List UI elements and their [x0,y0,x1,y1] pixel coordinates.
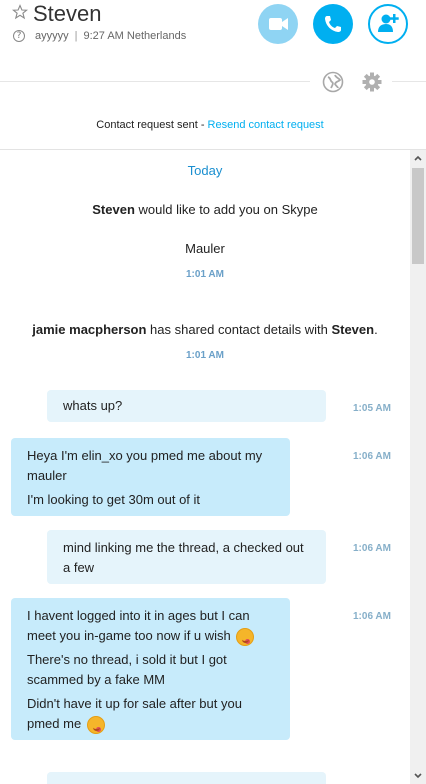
toolbar-divider-right [392,81,426,82]
message-line: mind linking me the thread, a checked ou… [63,540,304,575]
chat-window: Steven ? ayyyyy | 9:27 AM Netherlands Co… [0,0,426,784]
video-call-icon [269,18,288,30]
message-line-text: I havent logged into it in ages but I ca… [27,608,250,643]
conversation-scrollbar[interactable] [410,150,426,784]
contact-request-text: Contact request sent - [96,119,208,131]
system-message-sub: Mauler [185,241,225,256]
add-participant-icon [378,14,399,32]
system-message-end: . [374,322,378,337]
day-separator: Today [187,163,223,178]
outgoing-message[interactable]: mind linking me the thread, a checked ou… [47,530,326,584]
conversation-header: Steven ? ayyyyy | 9:27 AM Netherlands [0,0,426,60]
system-message: jamie macpherson has shared contact deta… [0,322,410,337]
message-time: 1:06 AM [353,543,391,554]
message-time: 1:06 AM [353,611,391,622]
mood-message: ayyyyy [35,30,69,42]
system-message-name: Steven [331,322,375,337]
message-line-text: Didn't have it up for sale after but you… [27,696,242,731]
system-message-time: 1:01 AM [186,350,224,361]
incoming-message[interactable]: I havent logged into it in ages but I ca… [11,598,290,740]
globe-icon[interactable] [322,71,344,93]
message-line: There's no thread, i sold it but I got s… [27,652,227,687]
gear-icon[interactable] [361,71,383,93]
message-line: whats up? [63,398,123,413]
tongue-out-emoji-icon [236,627,255,646]
contact-status-row: ? ayyyyy | 9:27 AM Netherlands [13,30,186,42]
system-message-time: 1:01 AM [186,269,224,280]
scroll-up-arrow-icon[interactable] [410,150,426,166]
system-message-name: jamie macpherson [32,322,147,337]
unknown-status-icon: ? [13,30,25,42]
audio-call-button[interactable] [313,4,353,44]
message-line: Didn't have it up for sale after but you… [27,694,274,734]
tongue-out-emoji-icon [86,715,105,734]
message-line: I havent logged into it in ages but I ca… [27,606,274,646]
local-time: 9:27 AM Netherlands [83,30,187,42]
system-message-name: Steven [92,202,135,217]
phone-icon [325,16,341,32]
resend-request-link[interactable]: Resend contact request [208,119,324,131]
add-participant-button[interactable] [368,4,408,44]
contact-name[interactable]: Steven [33,1,102,27]
system-message-text: has shared contact details with [146,322,332,337]
message-time: 1:05 AM [353,403,391,414]
scroll-down-arrow-icon[interactable] [410,768,426,784]
scrollbar-thumb[interactable] [412,168,424,264]
message-line: Heya I'm elin_xo you pmed me about my ma… [27,448,263,483]
system-message: Steven would like to add you on Skype [0,202,410,217]
system-message-text: would like to add you on Skype [134,202,318,217]
contact-request-banner: Contact request sent - Resend contact re… [0,119,420,131]
conversation-history[interactable]: Today Steven would like to add you on Sk… [0,150,410,784]
status-separator: | [74,30,78,42]
outgoing-message[interactable] [47,772,326,784]
incoming-message[interactable]: Heya I'm elin_xo you pmed me about my ma… [11,438,290,516]
favorite-star-icon[interactable] [12,4,28,20]
toolbar-divider [0,81,310,82]
video-call-button[interactable] [258,4,298,44]
message-time: 1:06 AM [353,451,391,462]
message-line: I'm looking to get 30m out of it [27,492,201,507]
outgoing-message[interactable]: whats up? [47,390,326,422]
